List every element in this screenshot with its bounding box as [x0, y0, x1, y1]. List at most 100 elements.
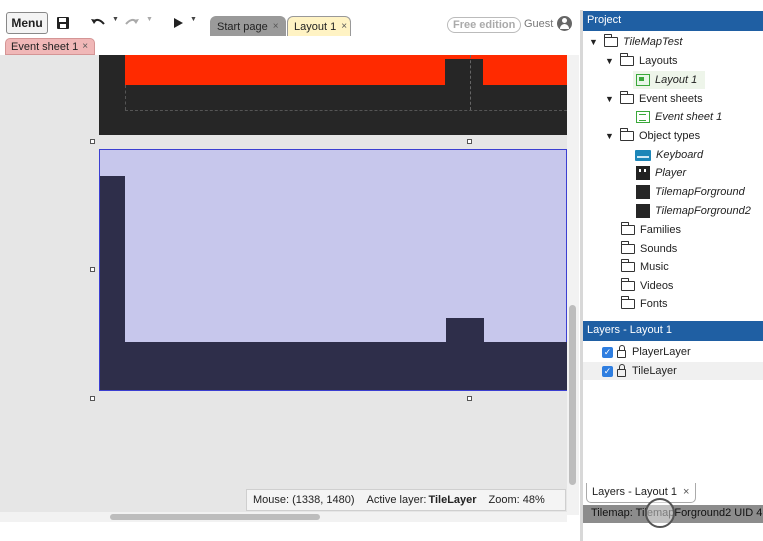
folder-label: Sounds [640, 243, 678, 255]
guide-line [125, 110, 567, 111]
layer-row-playerlayer[interactable]: ✓ PlayerLayer [583, 343, 763, 361]
save-icon[interactable] [56, 13, 70, 33]
lock-icon[interactable] [617, 345, 626, 358]
layers-list: ✓ PlayerLayer ✓ TileLayer [583, 341, 763, 481]
tree-item-root[interactable]: ▼ TileMapTest [589, 33, 682, 51]
play-dropdown-icon[interactable]: ▼ [190, 16, 197, 23]
edition-badge[interactable]: Free edition [447, 17, 522, 33]
main-toolbar: Menu ▼ ▼ ▼ Start page × Layout 1 × Free … [0, 10, 580, 36]
undo-icon[interactable] [90, 13, 106, 33]
expand-triangle-icon[interactable]: ▼ [589, 37, 599, 47]
visibility-checkbox[interactable]: ✓ [602, 365, 613, 377]
tree-item-fonts[interactable]: Fonts [621, 295, 668, 313]
visibility-checkbox[interactable]: ✓ [602, 346, 613, 358]
keyboard-icon [635, 149, 651, 161]
tab-start-page[interactable]: Start page × [210, 16, 286, 36]
folder-icon [621, 241, 635, 254]
lock-icon[interactable] [617, 364, 626, 377]
guide-line [470, 55, 471, 110]
layer-name: TileLayer [632, 365, 677, 377]
close-icon[interactable]: × [683, 486, 689, 499]
tree-item-event-sheet-1[interactable]: Event sheet 1 [636, 108, 722, 126]
item-label: TilemapForground2 [655, 205, 751, 217]
mouse-cursor-indicator [645, 498, 675, 528]
tab-label: Start page [217, 20, 268, 33]
folder-icon [620, 53, 634, 66]
guide-line [125, 85, 126, 110]
scrollbar-thumb[interactable] [110, 514, 320, 520]
tilemap-icon [636, 185, 650, 199]
folder-icon [621, 259, 635, 272]
undo-dropdown-icon[interactable]: ▼ [112, 16, 119, 23]
folder-icon [620, 91, 634, 104]
redo-dropdown-icon[interactable]: ▼ [146, 16, 153, 23]
tab-label: Event sheet 1 [11, 40, 79, 53]
tree-item-families[interactable]: Families [621, 221, 681, 239]
expand-triangle-icon[interactable]: ▼ [605, 94, 615, 104]
folder-label: Layouts [639, 55, 678, 67]
tab-layout-1[interactable]: Layout 1 × [287, 16, 351, 36]
scrollbar-thumb[interactable] [569, 305, 576, 485]
item-label: Layout 1 [655, 74, 698, 86]
mouse-position: Mouse: (1338, 1480) [253, 494, 355, 506]
tree-item-event-sheets[interactable]: ▼ Event sheets [605, 90, 703, 108]
close-icon[interactable]: × [341, 21, 347, 32]
item-label: TilemapForground [655, 186, 745, 198]
folder-icon [620, 128, 634, 141]
event-sheet-icon [636, 111, 650, 123]
tab-label: Layers - Layout 1 [592, 486, 677, 498]
folder-label: Object types [639, 130, 701, 142]
close-icon[interactable]: × [82, 41, 88, 52]
expand-triangle-icon[interactable]: ▼ [605, 131, 615, 141]
layer-row-tilelayer[interactable]: ✓ TileLayer [583, 362, 763, 380]
tree-item-music[interactable]: Music [621, 258, 669, 276]
tree-item-tilemap-forground[interactable]: TilemapForground [636, 183, 745, 201]
layer-name: PlayerLayer [632, 346, 691, 358]
tab-label: Layout 1 [294, 20, 337, 33]
tree-item-videos[interactable]: Videos [621, 277, 673, 295]
tree-item-tilemap-forground2[interactable]: TilemapForground2 [636, 202, 751, 220]
expand-triangle-icon[interactable]: ▼ [605, 56, 615, 66]
resize-handle[interactable] [90, 267, 95, 272]
user-icon[interactable] [557, 16, 572, 31]
user-label[interactable]: Guest [524, 18, 553, 30]
horizontal-scrollbar[interactable] [0, 512, 567, 522]
tree-item-layouts[interactable]: ▼ Layouts [605, 52, 678, 70]
redo-icon[interactable] [124, 13, 140, 33]
item-label: Player [655, 167, 687, 179]
player-sprite-icon [636, 166, 650, 180]
resize-handle[interactable] [90, 139, 95, 144]
menu-button[interactable]: Menu [6, 12, 48, 34]
layout-canvas[interactable] [0, 55, 567, 515]
item-label: Event sheet 1 [655, 111, 723, 123]
resize-handle[interactable] [467, 396, 472, 401]
project-tree: ▼ TileMapTest ▼ Layouts Layout 1 ▼ Event… [583, 31, 763, 316]
folder-label: Videos [640, 280, 674, 292]
resize-handle[interactable] [90, 396, 95, 401]
close-icon[interactable]: × [273, 21, 279, 32]
folder-label: Music [640, 261, 669, 273]
tree-item-sounds[interactable]: Sounds [621, 240, 677, 258]
play-icon[interactable] [172, 13, 184, 33]
tab-layers-layout-1[interactable]: Layers - Layout 1 × [586, 483, 696, 503]
folder-icon [604, 34, 618, 47]
item-label: Keyboard [656, 149, 704, 161]
tilemap-icon [636, 204, 650, 218]
folder-icon [621, 278, 635, 291]
tilemap-forground2-selected[interactable] [99, 149, 567, 391]
tab-event-sheet-1[interactable]: Event sheet 1 × [5, 38, 95, 55]
active-layer-name: TileLayer [428, 494, 477, 506]
folder-label: Event sheets [639, 93, 703, 105]
layout-icon [636, 74, 650, 86]
tile-step [446, 318, 484, 344]
tree-item-player[interactable]: Player [636, 164, 686, 182]
folder-icon [621, 296, 635, 309]
project-panel-header: Project [583, 11, 763, 31]
tree-item-layout-1[interactable]: Layout 1 [633, 71, 705, 89]
tree-item-object-types[interactable]: ▼ Object types [605, 127, 700, 145]
tree-item-keyboard[interactable]: Keyboard [635, 146, 703, 164]
active-layer-prefix: Active layer: [366, 494, 427, 506]
resize-handle[interactable] [467, 139, 472, 144]
vertical-scrollbar[interactable] [567, 55, 579, 515]
zoom-level: Zoom: 48% [488, 494, 545, 506]
